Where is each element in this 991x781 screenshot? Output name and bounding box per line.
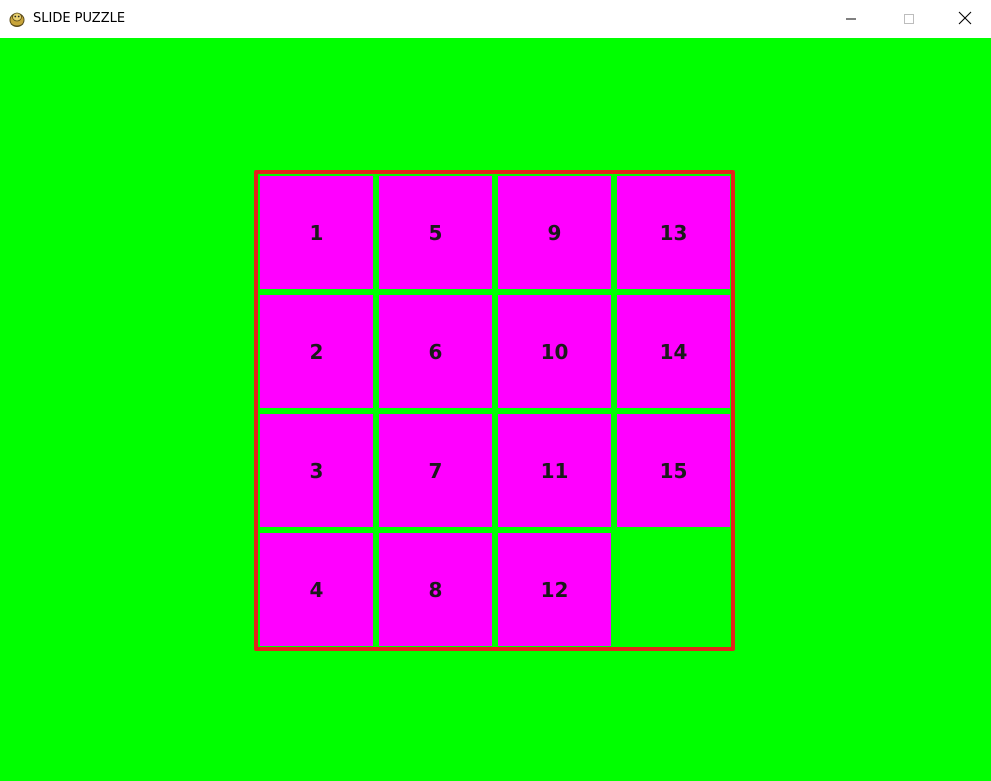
app-window: SLIDE PUZZLE 1 5 9 13 2 6 10 14 3 7 11 1…: [0, 0, 991, 781]
maximize-button[interactable]: [880, 0, 938, 38]
tile-5[interactable]: 5: [379, 176, 492, 289]
minimize-icon: [845, 10, 857, 29]
minimize-button[interactable]: [822, 0, 880, 38]
window-title: SLIDE PUZZLE: [33, 11, 126, 26]
tile-13[interactable]: 13: [617, 176, 730, 289]
tile-1[interactable]: 1: [260, 176, 373, 289]
tile-3[interactable]: 3: [260, 414, 373, 527]
tile-7[interactable]: 7: [379, 414, 492, 527]
pygame-snake-icon: [8, 10, 26, 28]
tile-11[interactable]: 11: [498, 414, 611, 527]
close-button[interactable]: [938, 0, 991, 38]
close-icon: [958, 10, 972, 29]
game-canvas[interactable]: 1 5 9 13 2 6 10 14 3 7 11 15 4 8 12: [0, 38, 991, 781]
tile-4[interactable]: 4: [260, 533, 373, 646]
tile-15[interactable]: 15: [617, 414, 730, 527]
tile-14[interactable]: 14: [617, 295, 730, 408]
maximize-icon: [903, 10, 915, 29]
tile-12[interactable]: 12: [498, 533, 611, 646]
tile-9[interactable]: 9: [498, 176, 611, 289]
empty-slot: [617, 533, 730, 646]
tile-6[interactable]: 6: [379, 295, 492, 408]
title-bar[interactable]: SLIDE PUZZLE: [0, 0, 991, 38]
tile-8[interactable]: 8: [379, 533, 492, 646]
tile-2[interactable]: 2: [260, 295, 373, 408]
tile-10[interactable]: 10: [498, 295, 611, 408]
